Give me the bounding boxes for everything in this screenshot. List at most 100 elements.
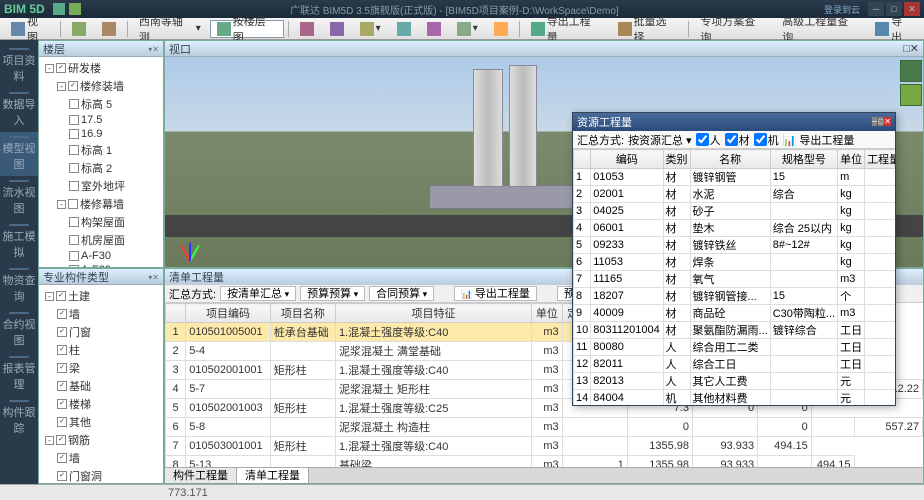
home-button[interactable] <box>65 20 93 38</box>
tree-node[interactable]: ✓其他 <box>41 413 161 431</box>
dlg-summary-dropdown[interactable]: 按资源汇总 ▾ <box>628 132 692 148</box>
table-row[interactable]: 611053材焊条kg13.386.4386.03 <box>574 254 896 271</box>
expand-icon[interactable]: - <box>45 292 54 301</box>
tool-filter[interactable]: ▾ <box>353 20 388 38</box>
type-tree[interactable]: -✓土建✓墙✓门窗✓柱✓梁✓基础✓楼梯✓其他-✓钢筋✓墙✓门窗洞✓梁✓柱✓基础✓… <box>39 285 163 483</box>
tool-measure[interactable] <box>323 20 351 38</box>
col-header[interactable]: 编码 <box>591 150 663 169</box>
nav-物资查询[interactable]: 物资查询 <box>0 264 38 308</box>
checkbox[interactable]: ✓ <box>57 363 67 373</box>
checkbox[interactable] <box>69 217 79 227</box>
table-row[interactable]: 1080311201004材聚氨酯防漏雨...镀锌综合工日355.3521746… <box>574 322 896 339</box>
nav-合约视图[interactable]: 合约视图 <box>0 308 38 352</box>
export-button[interactable]: 导出 <box>868 20 920 38</box>
tree-node[interactable]: -✓研发楼 <box>41 59 161 77</box>
table-row[interactable]: 1282011人综合工日工日147.09132.534784.88 <box>574 356 896 373</box>
axis-gizmo[interactable] <box>171 221 211 261</box>
col-header[interactable]: 单位 <box>838 150 865 169</box>
tool-color[interactable] <box>487 20 515 38</box>
tool-select[interactable] <box>420 20 448 38</box>
tree-node[interactable]: A-F30 <box>41 249 161 263</box>
checkbox[interactable]: ✓ <box>57 417 67 427</box>
checkbox[interactable] <box>69 235 79 245</box>
export-qty-button[interactable]: 导出工程量 <box>524 20 609 38</box>
dlg-export-button[interactable]: 📊 导出工程量 <box>783 132 855 148</box>
tool-pin[interactable] <box>293 20 321 38</box>
tree-node[interactable]: ✓梁 <box>41 359 161 377</box>
table-row[interactable]: 85-13基础梁m311355.9893.933494.15 <box>166 456 923 468</box>
view-button[interactable]: 视图 <box>4 20 56 38</box>
tool-hide[interactable]: ▾ <box>450 20 485 38</box>
chk-ren[interactable]: 人 <box>696 132 721 148</box>
tree-node[interactable]: -✓土建 <box>41 287 161 305</box>
checkbox[interactable] <box>69 181 79 191</box>
tree-node[interactable]: 标高 2 <box>41 159 161 177</box>
special-query-button[interactable]: 专项方案查询 <box>693 20 773 38</box>
tree-node[interactable]: ✓柱 <box>41 341 161 359</box>
tree-node[interactable]: 构架屋面 <box>41 213 161 231</box>
nav-施工模拟[interactable]: 施工模拟 <box>0 220 38 264</box>
checkbox[interactable] <box>69 145 79 155</box>
checkbox[interactable]: ✓ <box>57 471 67 481</box>
chk-ji[interactable]: 机 <box>754 132 779 148</box>
tree-node[interactable]: A-F29 <box>41 263 161 267</box>
tree-node[interactable]: 标高 1 <box>41 141 161 159</box>
tree-node[interactable]: ✓基础 <box>41 377 161 395</box>
advanced-query-button[interactable]: 高级工程量查询 <box>775 20 866 38</box>
resource-grid[interactable]: 编码类别名称规格型号单位工程量单价合价(元)101053材镀锌钢管15m862.… <box>573 149 895 405</box>
by-floor-button[interactable]: 按楼层图 <box>210 20 284 38</box>
contract-dropdown[interactable]: 合同预算 ▾ <box>369 286 434 301</box>
tree-node[interactable]: ✓楼梯 <box>41 395 161 413</box>
nav-构件跟踪[interactable]: 构件跟踪 <box>0 396 38 440</box>
checkbox[interactable] <box>69 99 79 109</box>
table-row[interactable]: 304025材砂子kg683.0440.0427.32 <box>574 203 896 220</box>
tree-node[interactable]: -✓钢筋 <box>41 431 161 449</box>
tree-node[interactable]: ✓墙 <box>41 305 161 323</box>
checkbox[interactable]: ✓ <box>57 453 67 463</box>
panel-close-icon[interactable]: ✕ <box>152 273 159 282</box>
col-header[interactable] <box>166 304 186 323</box>
nav-报表管理[interactable]: 报表管理 <box>0 352 38 396</box>
checkbox[interactable]: ✓ <box>57 399 67 409</box>
checkbox[interactable]: ✓ <box>68 81 78 91</box>
tree-node[interactable]: 17.5 <box>41 113 161 127</box>
tree-node[interactable]: 机房屋面 <box>41 231 161 249</box>
float-cube-button[interactable] <box>900 60 922 82</box>
table-row[interactable]: 711165材氧气m319.4434.6790.8 <box>574 271 896 288</box>
col-header[interactable]: 类别 <box>663 150 690 169</box>
summary-dropdown[interactable]: 按清单汇总 ▾ <box>220 286 296 301</box>
tree-node[interactable]: ✓门窗洞 <box>41 467 161 483</box>
tree-node[interactable]: ✓墙 <box>41 449 161 467</box>
panel-close-icon[interactable]: ✕ <box>152 45 159 54</box>
vp-close-icon[interactable]: ✕ <box>910 43 919 55</box>
float-sync-button[interactable] <box>900 84 922 106</box>
dialog-titlebar[interactable]: 资源工程量 ─□✕ <box>573 113 895 131</box>
checkbox[interactable]: ✓ <box>57 381 67 391</box>
tab-bill-qty[interactable]: 清单工程量 <box>237 468 309 483</box>
col-header[interactable]: 单位 <box>532 304 562 323</box>
checkbox[interactable]: ✓ <box>56 63 66 73</box>
dlg-min-button[interactable]: ─ <box>872 117 878 126</box>
tree-node[interactable]: 16.9 <box>41 127 161 141</box>
table-row[interactable]: 70105030010​01矩形柱1.混凝土强度等级:C40m31355.989… <box>166 437 923 456</box>
col-header[interactable]: 项目特征 <box>335 304 531 323</box>
budget-dropdown[interactable]: 预算预算 ▾ <box>300 286 365 301</box>
col-header[interactable]: 规格型号 <box>770 150 837 169</box>
table-row[interactable]: 1382013人其它人工费元67.628167.63 <box>574 373 896 390</box>
table-row[interactable]: 1484004机其他材料费元31746.666131746.65 <box>574 390 896 406</box>
table-row[interactable]: 406001材垫木综合 25以内kg262.0590.45117.93 <box>574 220 896 237</box>
checkbox[interactable]: ✓ <box>57 327 67 337</box>
tree-node[interactable]: ✓门窗 <box>41 323 161 341</box>
checkbox[interactable]: ✓ <box>57 345 67 355</box>
tree-node[interactable]: -✓楼修装墙 <box>41 77 161 95</box>
checkbox[interactable] <box>69 115 79 125</box>
checkbox[interactable]: ✓ <box>56 435 66 445</box>
qat-icon[interactable] <box>53 3 65 15</box>
minimize-button[interactable]: ─ <box>868 2 884 16</box>
qat-icon[interactable] <box>69 3 81 15</box>
tree-node[interactable]: -楼修幕墙 <box>41 195 161 213</box>
expand-icon[interactable]: - <box>45 64 54 73</box>
col-header[interactable]: 项目编码 <box>186 304 271 323</box>
floor-tree[interactable]: -✓研发楼-✓楼修装墙标高 517.516.9标高 1标高 2室外地坪-楼修幕墙… <box>39 57 163 267</box>
orbit-button[interactable] <box>95 20 123 38</box>
